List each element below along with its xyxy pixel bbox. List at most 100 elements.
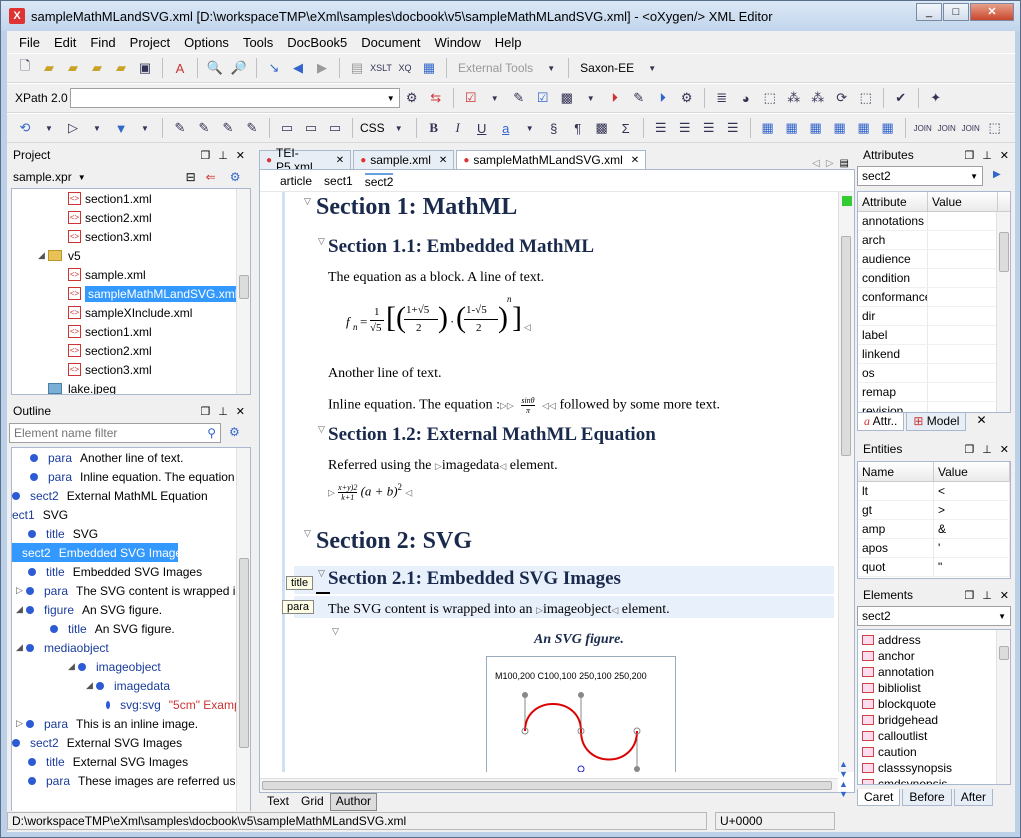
search-icon[interactable]: ⚲ <box>207 426 216 440</box>
css-select[interactable]: CSS <box>360 121 385 135</box>
image-icon[interactable]: ▩ <box>557 88 577 108</box>
apply-transform-icon[interactable]: ⏵ <box>605 88 625 108</box>
outline-item[interactable]: sect2 Embedded SVG Images <box>12 543 188 562</box>
find-replace-icon[interactable]: 🔎 <box>229 58 249 78</box>
highlight-icon[interactable]: ✎ <box>242 118 262 138</box>
outline-item[interactable]: svg:svg "5cm" Example <box>12 695 250 714</box>
title-tag-marker[interactable]: title <box>286 576 314 590</box>
link-with-editor-icon[interactable]: ⇐ <box>206 170 216 184</box>
menu-tools[interactable]: Tools <box>243 35 273 50</box>
close-icon[interactable]: ✕ <box>1000 590 1009 602</box>
para-tag-marker[interactable]: para <box>282 600 315 614</box>
outline-item[interactable]: para These images are referred usin <box>12 771 250 790</box>
tab-menu-icon[interactable]: ▤ <box>840 158 849 169</box>
back-arrow-icon[interactable]: ◀ <box>288 58 308 78</box>
outline-item[interactable]: title Embedded SVG Images <box>12 562 250 581</box>
menu-options[interactable]: Options <box>184 35 229 50</box>
mode-text-tab[interactable]: Text <box>261 793 295 811</box>
expand-triangle-icon[interactable]: ◢ <box>38 250 48 261</box>
attribute-row[interactable]: annotations <box>858 212 1010 231</box>
chevron-down-icon[interactable]: ▼ <box>581 88 601 108</box>
xpath-input[interactable]: ▼ <box>69 88 400 108</box>
close-icon[interactable]: ✕ <box>236 150 245 162</box>
outline-item[interactable]: para Another line of text. <box>12 448 250 467</box>
col-name[interactable]: Name <box>858 462 934 481</box>
attributes-scrollbar[interactable] <box>996 212 1010 412</box>
minimize-button[interactable]: _ <box>916 3 942 21</box>
attributes-element-select[interactable]: sect2 ▼ <box>857 166 983 186</box>
italic-icon[interactable]: I <box>448 118 468 138</box>
pin-icon[interactable]: ⊥ <box>982 590 992 602</box>
bold-icon[interactable]: B <box>424 118 444 138</box>
xpath-version-select[interactable]: XPath 2.0 <box>15 91 68 105</box>
reject-change-icon[interactable]: ✎ <box>218 118 238 138</box>
pin-icon[interactable]: ⊥ <box>982 444 992 456</box>
outline-item[interactable]: ◢ figure An SVG figure. <box>12 600 250 619</box>
xpath-settings-icon[interactable]: ⚙ <box>402 88 422 108</box>
fold-triangle-icon[interactable]: ▽ <box>318 424 325 435</box>
attribute-value[interactable] <box>928 307 998 325</box>
variable-list-icon[interactable]: ☰ <box>723 118 743 138</box>
attribute-value[interactable] <box>928 402 998 412</box>
attribute-row[interactable]: dir <box>858 307 1010 326</box>
close-icon[interactable]: ✕ <box>236 406 245 418</box>
insert-image-icon[interactable]: ▩ <box>592 118 612 138</box>
tab-before[interactable]: Before <box>902 789 952 806</box>
fold-triangle-icon[interactable]: ▽ <box>318 568 325 579</box>
tab-tei-p5[interactable]: ● TEI-P5.xml ✕ <box>259 146 352 174</box>
find-icon[interactable]: 🔍 <box>205 58 225 78</box>
restore-icon[interactable]: ❐ <box>964 444 974 456</box>
menu-edit[interactable]: Edit <box>54 35 76 50</box>
close-tab-icon[interactable]: ✕ <box>631 155 639 166</box>
close-tab-icon[interactable]: ✕ <box>336 155 344 166</box>
restore-icon[interactable]: ❐ <box>200 150 210 162</box>
breadcrumb-article[interactable]: article <box>280 174 312 188</box>
entity-row[interactable]: lt < <box>858 482 1010 501</box>
expanded-triangle-icon[interactable]: ◢ <box>86 680 96 691</box>
project-tree-item[interactable]: lake.jpeg <box>12 379 250 394</box>
element-list-item[interactable]: calloutlist <box>858 728 1010 744</box>
spellcheck-icon[interactable]: ✔ <box>891 88 911 108</box>
transformer-select[interactable]: Saxon-EE <box>580 61 634 75</box>
col-value[interactable]: Value <box>934 462 1010 481</box>
attribute-value[interactable] <box>928 250 998 268</box>
xslt-debugger-icon[interactable]: XSLT <box>370 58 392 78</box>
close-tab-icon[interactable]: ✕ <box>439 155 447 166</box>
attribute-value[interactable] <box>928 383 998 401</box>
expanded-triangle-icon[interactable]: ◢ <box>68 661 78 672</box>
element-list-item[interactable]: anchor <box>858 648 1010 664</box>
refresh-doc-icon[interactable]: ⟳ <box>832 88 852 108</box>
element-list-item[interactable]: bridgehead <box>858 712 1010 728</box>
project-tree-item[interactable]: <> sampleMathMLandSVG.xml <box>12 284 250 303</box>
xpath-back-icon[interactable]: ⇆ <box>426 88 446 108</box>
restore-icon[interactable]: ❐ <box>964 150 974 162</box>
outline-filter[interactable]: ⚲ <box>9 423 221 443</box>
transform-settings-icon[interactable]: ⚙ <box>677 88 697 108</box>
menu-window[interactable]: Window <box>435 35 481 50</box>
layout-icon[interactable]: ▤ <box>347 58 367 78</box>
delete-column-icon[interactable]: ▦ <box>854 118 874 138</box>
collapse-all-icon[interactable]: ⊟ <box>186 170 196 184</box>
forward-arrow-icon[interactable]: ▶ <box>312 58 332 78</box>
itemized-list-icon[interactable]: ☰ <box>699 118 719 138</box>
outline-item[interactable]: para Inline equation. The equation <box>12 467 250 486</box>
breadcrumb-sect1[interactable]: sect1 <box>324 174 353 188</box>
mode-grid-tab[interactable]: Grid <box>295 793 330 811</box>
outline-item[interactable]: title SVG <box>12 524 250 543</box>
outline-item[interactable]: ◢ imageobject <box>12 657 250 676</box>
collapsed-triangle-icon[interactable]: ▷ <box>16 585 26 596</box>
attribute-value[interactable] <box>928 269 998 287</box>
editor-scrollbar[interactable] <box>838 192 854 772</box>
generate-icon[interactable]: ⬚ <box>760 88 780 108</box>
schema-icon[interactable]: ⁂ <box>808 88 828 108</box>
entity-row[interactable]: quot " <box>858 558 1010 577</box>
outline-settings-icon[interactable]: ⚙ <box>229 425 240 439</box>
profiling-icon[interactable]: ⟲ <box>15 118 35 138</box>
project-tree-item[interactable]: <> section3.xml <box>12 360 250 379</box>
outline-item[interactable]: sect2 External MathML Equation <box>12 486 250 505</box>
tags-display-icon[interactable]: ▷ <box>63 118 83 138</box>
new-file-icon[interactable]: 🗋 <box>15 58 35 78</box>
fold-triangle-icon[interactable]: ▽ <box>332 626 339 637</box>
table-icon[interactable]: ▦ <box>758 118 778 138</box>
element-list-item[interactable]: annotation <box>858 664 1010 680</box>
